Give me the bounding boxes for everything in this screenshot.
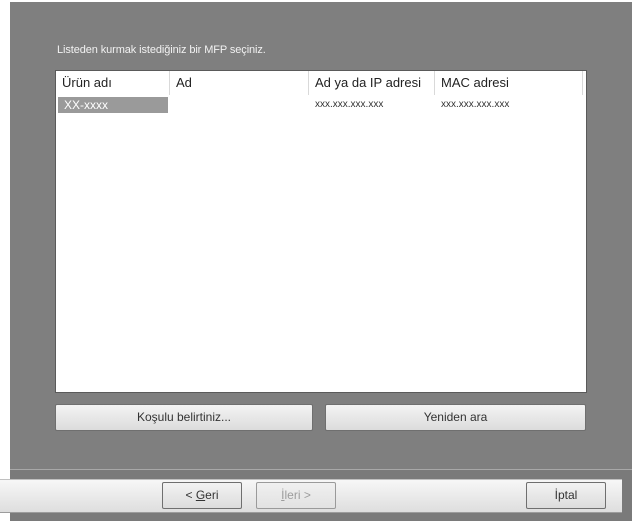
setup-dialog: Listeden kurmak istediğiniz bir MFP seçi… <box>0 2 632 521</box>
column-header-ip-address[interactable]: Ad ya da IP adresi <box>309 71 435 95</box>
column-header-product-name[interactable]: Ürün adı <box>56 71 170 95</box>
cell-ip-address: xxx.xxx.xxx.xxx <box>315 99 384 110</box>
back-accelerator: G <box>195 488 206 502</box>
cell-mac-address: xxx.xxx.xxx.xxx <box>441 99 510 110</box>
mfp-list[interactable]: Ürün adı Ad Ad ya da IP adresi MAC adres… <box>55 70 587 393</box>
list-header: Ürün adı Ad Ad ya da IP adresi MAC adres… <box>56 71 586 95</box>
cancel-button[interactable]: İptal <box>526 482 606 509</box>
next-button[interactable]: İleri > <box>256 482 336 509</box>
instruction-text: Listeden kurmak istediğiniz bir MFP seçi… <box>57 44 266 56</box>
specify-condition-button[interactable]: Koşulu belirtiniz... <box>55 404 313 431</box>
next-label: leri <box>284 488 301 502</box>
wizard-footer: < Geri İleri > İptal <box>0 469 632 521</box>
back-label: eri <box>205 488 219 502</box>
next-arrow: > <box>300 488 311 502</box>
cell-name <box>170 97 309 113</box>
table-row[interactable]: XX-xxxx xxx.xxx.xxx.xxx xxx.xxx.xxx.xxx <box>56 97 586 113</box>
footer-bar: < Geri İleri > İptal <box>0 479 622 513</box>
column-header-name[interactable]: Ad <box>170 71 309 95</box>
cell-product-name[interactable]: XX-xxxx <box>58 97 168 113</box>
column-header-mac-address[interactable]: MAC adresi <box>435 71 583 95</box>
search-again-button[interactable]: Yeniden ara <box>325 404 586 431</box>
back-arrow: < <box>185 488 196 502</box>
back-button[interactable]: < Geri <box>162 482 242 509</box>
